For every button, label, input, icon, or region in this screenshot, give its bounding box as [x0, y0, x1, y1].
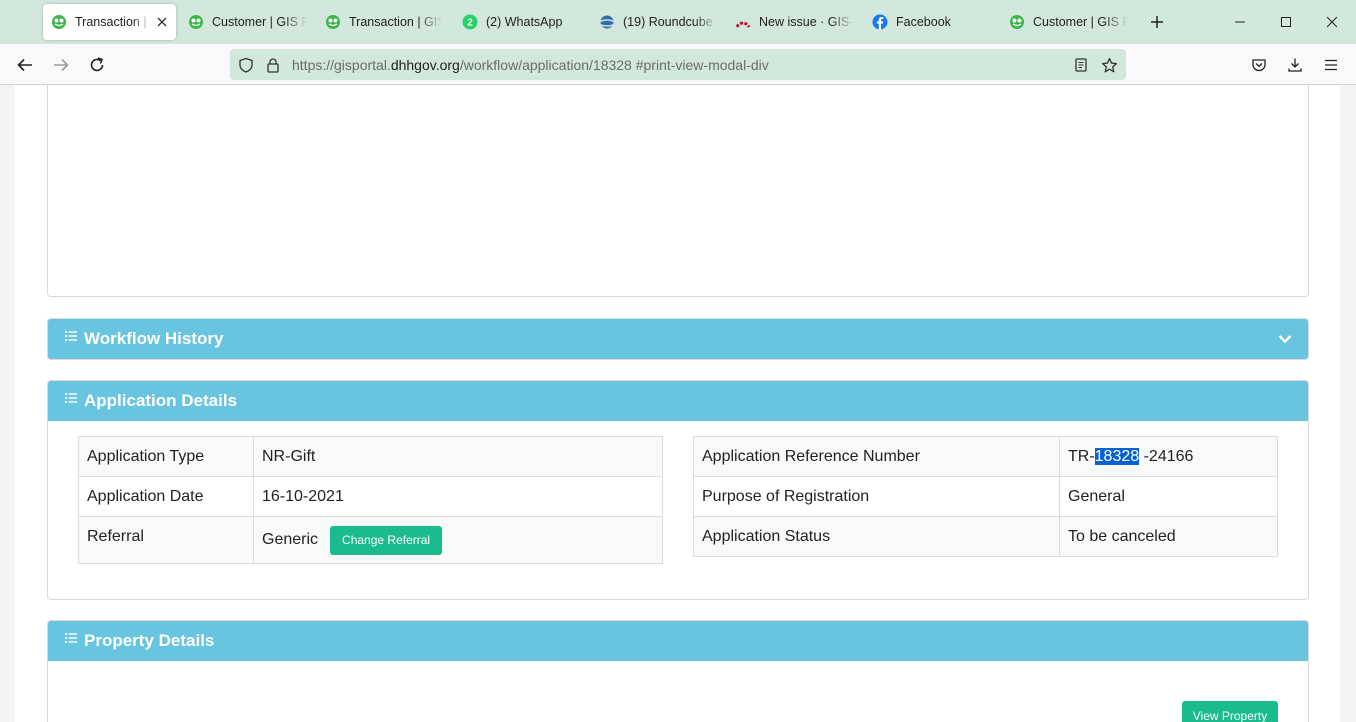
workflow-history-title: Workflow History	[84, 329, 224, 348]
browser-tab-facebook[interactable]: Facebook	[864, 4, 996, 40]
application-date-value: 16-10-2021	[253, 476, 663, 517]
list-icon	[65, 392, 77, 404]
roundcube-icon	[599, 14, 615, 30]
pocket-button[interactable]	[1247, 53, 1271, 77]
new-tab-button[interactable]	[1147, 12, 1167, 32]
table-row: Application Date 16-10-2021	[78, 476, 663, 517]
application-status-value: To be canceled	[1059, 516, 1278, 557]
maximize-button[interactable]	[1276, 12, 1296, 32]
lock-icon[interactable]	[264, 56, 282, 74]
application-type-label: Application Type	[78, 436, 254, 477]
browser-tab-customer-2[interactable]: Customer | GIS Portal	[1001, 4, 1133, 40]
shield-icon[interactable]	[237, 56, 255, 74]
referral-label: Referral	[78, 516, 254, 564]
application-details-header[interactable]: Application Details	[48, 381, 1308, 421]
page-content: Workflow History Application Details App…	[15, 85, 1340, 722]
page-viewport: Workflow History Application Details App…	[0, 85, 1356, 722]
list-icon	[65, 632, 77, 644]
reference-selected-text: 18328	[1094, 447, 1140, 465]
hamburger-icon	[1325, 59, 1337, 71]
browser-tab-transaction[interactable]: Transaction | GIS Portal	[317, 4, 447, 40]
forward-button[interactable]	[49, 53, 73, 77]
window-close-button[interactable]	[1322, 12, 1342, 32]
reload-icon	[90, 57, 104, 72]
minimize-icon	[1235, 21, 1245, 23]
gis-portal-icon	[51, 14, 67, 30]
table-row: Application Status To be canceled	[693, 516, 1278, 557]
downloads-button[interactable]	[1283, 53, 1307, 77]
reference-number-value: TR-18328 -24166	[1059, 436, 1278, 477]
browser-nav-bar: https://gisportal.dhhgov.org/workflow/ap…	[0, 44, 1356, 85]
application-type-value: NR-Gift	[253, 436, 663, 477]
reference-number-label: Application Reference Number	[693, 436, 1060, 477]
browser-tab-customer[interactable]: Customer | GIS Portal	[180, 4, 312, 40]
address-bar[interactable]: https://gisportal.dhhgov.org/workflow/ap…	[230, 49, 1126, 80]
whatsapp-icon: 2	[462, 14, 478, 30]
application-details-title: Application Details	[84, 391, 238, 410]
url-host: dhhgov.org	[390, 57, 460, 73]
reference-prefix: TR-	[1068, 447, 1095, 465]
view-property-button[interactable]: View Property	[1182, 701, 1278, 722]
application-status-label: Application Status	[693, 516, 1060, 557]
facebook-icon	[872, 14, 888, 30]
application-details-left-table: Application Type NR-Gift Application Dat…	[78, 436, 663, 564]
referral-value: Generic	[262, 531, 319, 548]
gis-portal-icon	[1009, 14, 1025, 30]
reload-button[interactable]	[85, 53, 109, 77]
minimize-button[interactable]	[1230, 12, 1250, 32]
tab-title: (2) WhatsApp	[486, 15, 563, 29]
close-icon	[1326, 16, 1338, 28]
gis-portal-icon	[188, 14, 204, 30]
workflow-history-panel: Workflow History	[47, 318, 1309, 360]
issue-tracker-icon	[735, 14, 751, 30]
arrow-left-icon	[17, 58, 32, 72]
url-scheme: https://gisportal.	[292, 57, 391, 73]
property-details-title: Property Details	[84, 631, 215, 650]
tab-title: New issue · GIS-H	[759, 15, 854, 29]
application-details-right-table: Application Reference Number TR-18328 -2…	[693, 436, 1278, 557]
reference-suffix: -24166	[1139, 447, 1194, 465]
tab-title: Transaction | GIS Portal	[349, 15, 442, 29]
pocket-icon	[1252, 59, 1266, 72]
property-details-header[interactable]: Property Details	[48, 621, 1308, 661]
change-referral-button[interactable]: Change Referral	[330, 525, 443, 555]
plus-icon	[1151, 16, 1163, 28]
application-date-label: Application Date	[78, 476, 254, 517]
chevron-down-icon[interactable]	[1277, 331, 1293, 347]
application-details-panel: Application Details Application Type NR-…	[47, 380, 1309, 600]
list-icon	[65, 330, 77, 342]
arrow-right-icon	[54, 58, 69, 72]
tab-title: Transaction | GIS Portal	[75, 15, 151, 29]
menu-button[interactable]	[1319, 53, 1343, 77]
browser-tab-roundcube[interactable]: (19) Roundcube Webmail	[591, 4, 723, 40]
browser-tab-transaction-active[interactable]: Transaction | GIS Portal	[43, 4, 176, 40]
url-path: /workflow/application/18328 #print-view-…	[459, 57, 769, 73]
browser-tab-bar: Transaction | GIS Portal Customer | GIS …	[0, 0, 1356, 44]
url-text[interactable]: https://gisportal.dhhgov.org/workflow/ap…	[292, 57, 769, 73]
download-icon	[1288, 58, 1302, 72]
referral-cell: Generic Change Referral	[253, 516, 663, 564]
reader-view-icon[interactable]	[1072, 56, 1090, 74]
table-row: Application Type NR-Gift	[78, 436, 663, 477]
property-details-panel: Property Details View Property	[47, 620, 1309, 722]
browser-tab-whatsapp[interactable]: 2 (2) WhatsApp	[454, 4, 586, 40]
tab-title: Customer | GIS Portal	[1033, 15, 1128, 29]
browser-tab-new-issue[interactable]: New issue · GIS-H	[727, 4, 859, 40]
tab-title: Customer | GIS Portal	[212, 15, 307, 29]
whatsapp-badge: 2	[467, 18, 473, 29]
table-row: Purpose of Registration General	[693, 476, 1278, 517]
bookmark-star-icon[interactable]	[1100, 56, 1118, 74]
table-row: Application Reference Number TR-18328 -2…	[693, 436, 1278, 477]
purpose-value: General	[1059, 476, 1278, 517]
gis-portal-icon	[325, 14, 341, 30]
maximize-icon	[1281, 17, 1291, 27]
tab-title: Facebook	[896, 15, 951, 29]
back-button[interactable]	[13, 53, 37, 77]
print-view-panel	[47, 85, 1309, 297]
tab-title: (19) Roundcube Webmail	[623, 15, 718, 29]
purpose-label: Purpose of Registration	[693, 476, 1060, 517]
table-row: Referral Generic Change Referral	[78, 516, 663, 564]
close-icon[interactable]	[155, 14, 170, 30]
workflow-history-header[interactable]: Workflow History	[48, 319, 1308, 359]
